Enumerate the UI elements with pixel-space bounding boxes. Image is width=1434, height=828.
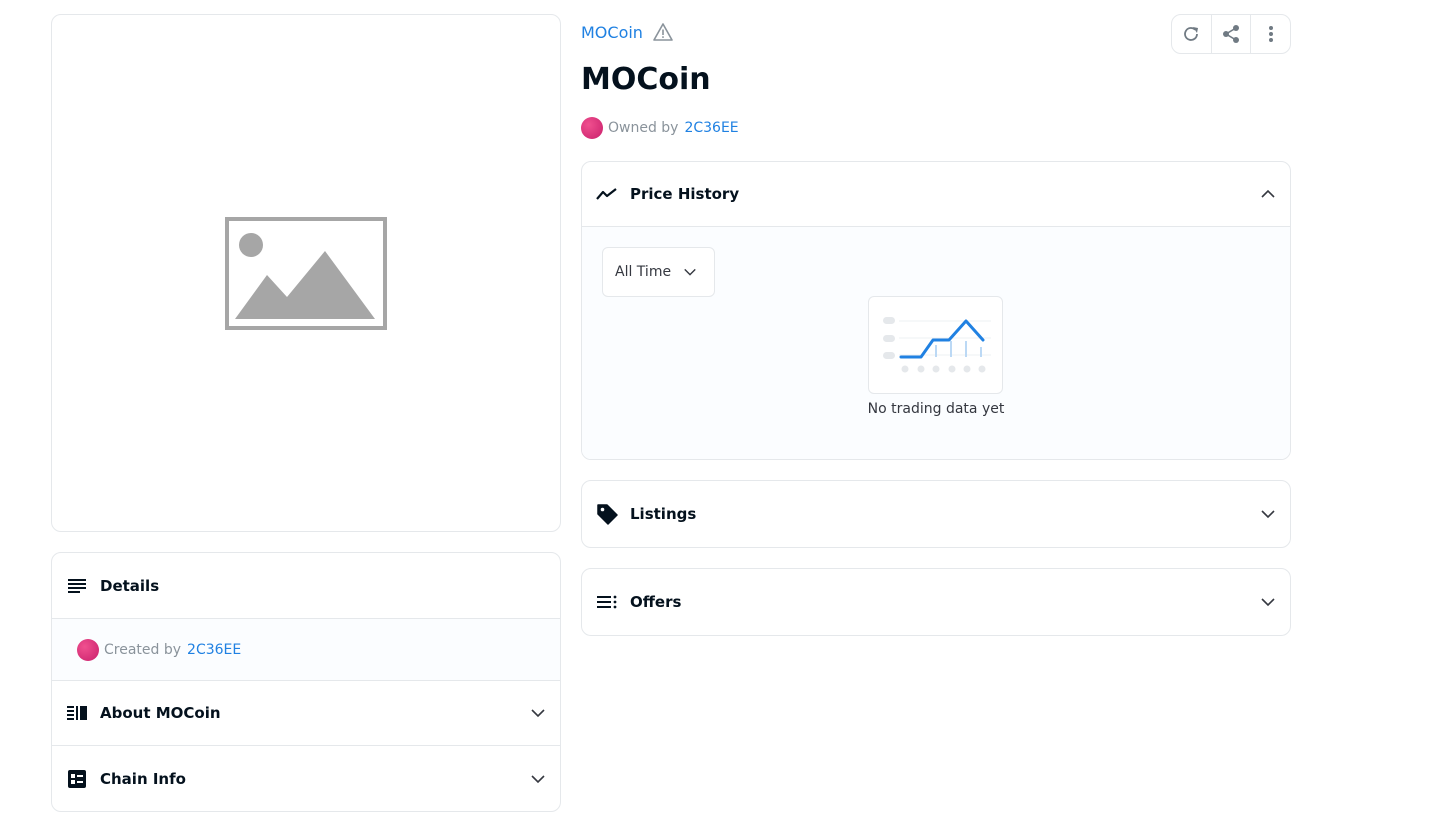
more-options-button[interactable] (1251, 15, 1290, 53)
warning-icon[interactable] (652, 22, 674, 42)
chevron-down-icon[interactable] (1260, 506, 1276, 522)
price-history-body: All Time No trading data yet (582, 227, 1290, 459)
offers-title: Offers (630, 593, 682, 611)
chevron-down-icon[interactable] (530, 771, 546, 787)
period-select[interactable]: All Time (602, 247, 715, 297)
refresh-icon (1184, 27, 1199, 41)
chevron-down-icon[interactable] (1260, 594, 1276, 610)
listings-header[interactable]: Listings (581, 480, 1291, 548)
image-placeholder-icon (225, 216, 387, 330)
more-vertical-icon (1268, 26, 1273, 42)
details-header[interactable]: Details (52, 553, 560, 619)
owner-row: Owned by 2C36EE (581, 117, 739, 139)
tag-icon (596, 503, 618, 525)
price-history-panel: Price History All Time No trading data y… (581, 161, 1291, 460)
asset-image-container (51, 14, 561, 532)
period-select-value: All Time (615, 264, 672, 280)
chain-info-icon (66, 768, 88, 790)
details-title: Details (100, 576, 160, 595)
chevron-down-icon (684, 268, 696, 276)
chevron-up-icon[interactable] (1260, 186, 1276, 202)
chain-info-header[interactable]: Chain Info (52, 746, 560, 811)
details-icon (66, 575, 88, 597)
creator-link[interactable]: 2C36EE (187, 642, 241, 658)
chevron-down-icon[interactable] (530, 705, 546, 721)
owner-link[interactable]: 2C36EE (684, 120, 738, 136)
price-history-header[interactable]: Price History (582, 162, 1290, 227)
owned-by-label: Owned by (608, 120, 679, 136)
trending-icon (596, 183, 618, 205)
collection-link[interactable]: MOCoin (581, 23, 643, 42)
chain-info-title: Chain Info (100, 769, 186, 788)
chart-placeholder-icon (883, 317, 991, 373)
collection-row: MOCoin (581, 22, 674, 42)
share-button[interactable] (1212, 15, 1252, 53)
empty-chart-illustration (868, 296, 1003, 394)
about-header[interactable]: About MOCoin (52, 681, 560, 746)
share-icon (1223, 25, 1239, 43)
about-icon (66, 702, 88, 724)
about-title: About MOCoin (100, 704, 221, 722)
details-body: Created by 2C36EE (52, 619, 560, 681)
listings-title: Listings (630, 505, 697, 523)
creator-avatar[interactable] (77, 638, 99, 661)
offers-list-icon (596, 591, 618, 613)
price-history-title: Price History (630, 185, 740, 203)
created-by-label: Created by (104, 641, 182, 658)
empty-chart-text: No trading data yet (867, 401, 1005, 417)
toolbar (1171, 14, 1291, 54)
offers-header[interactable]: Offers (581, 568, 1291, 636)
page-title: MOCoin (581, 62, 711, 97)
refresh-button[interactable] (1172, 15, 1212, 53)
owner-avatar[interactable] (581, 117, 603, 139)
details-accordion: Details Created by 2C36EE About MOCoin C… (51, 552, 561, 812)
